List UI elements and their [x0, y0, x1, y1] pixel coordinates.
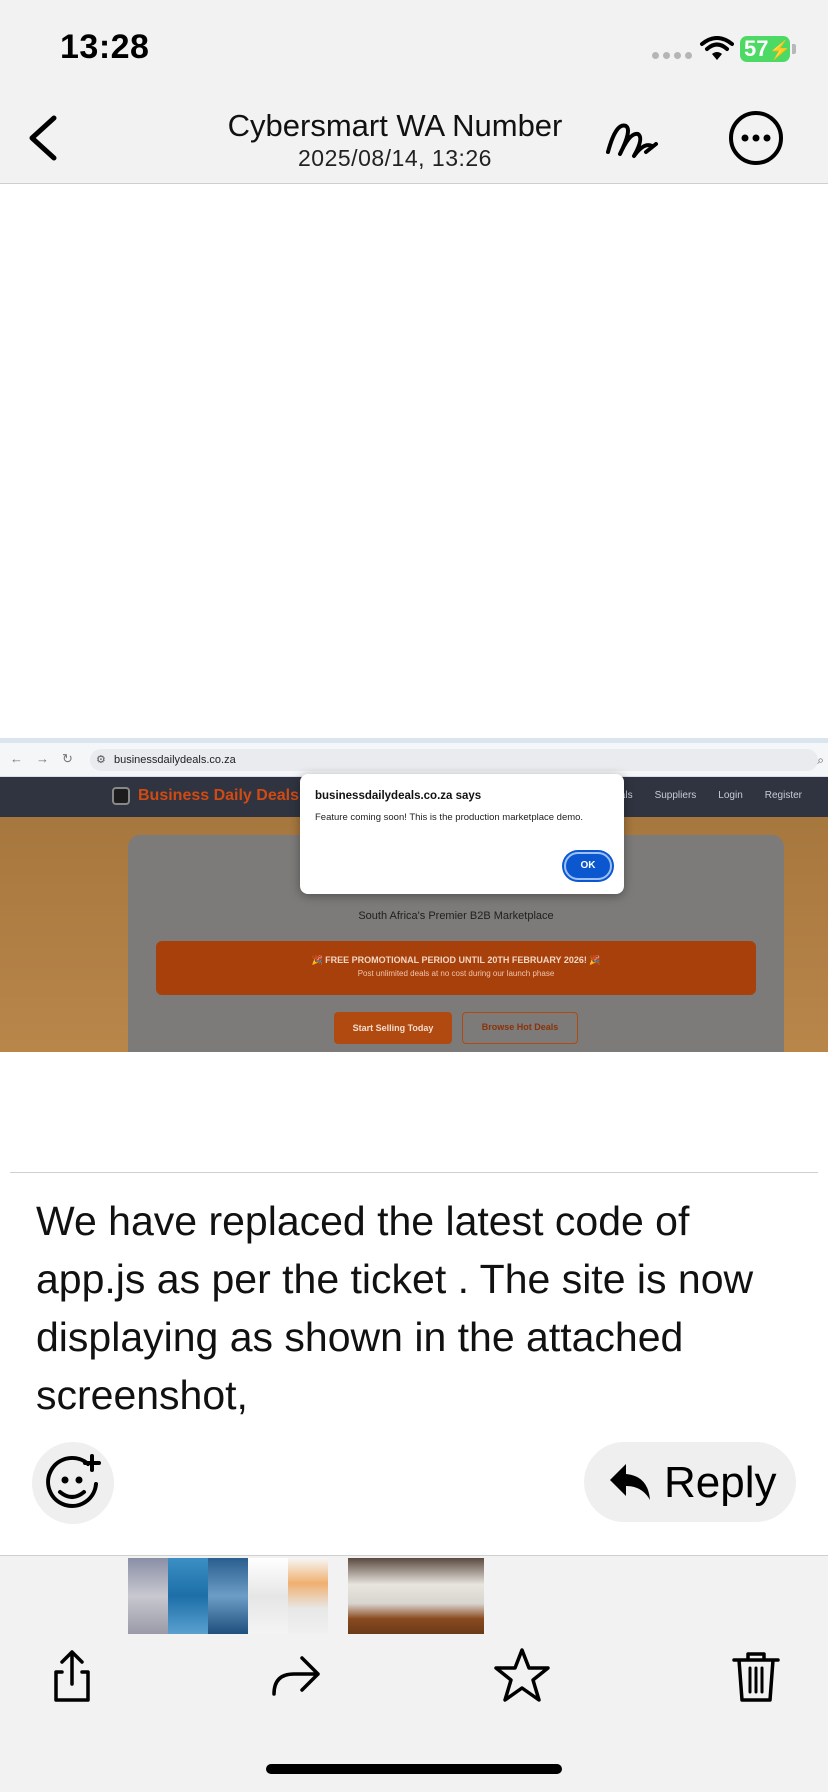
promo-subtitle: Post unlimited deals at no cost during o… [357, 969, 555, 978]
site-promo-banner: 🎉 FREE PROMOTIONAL PERIOD UNTIL 20TH FEB… [156, 941, 756, 995]
site-brand: Business Daily Deals [138, 787, 299, 804]
site-tagline: South Africa's Premier B2B Marketplace [358, 910, 554, 922]
site-nav-suppliers: Suppliers [654, 790, 697, 801]
dialog-title: businessdailydeals.co.za says [315, 790, 482, 802]
back-chevron-icon[interactable] [22, 110, 72, 166]
trash-icon[interactable] [726, 1646, 786, 1706]
status-time: 13:28 [60, 28, 150, 66]
site-nav-register: Register [764, 790, 802, 801]
browser-zoom-icon: ⌕ [817, 753, 824, 767]
content-divider [10, 1172, 818, 1173]
add-reaction-button[interactable] [32, 1442, 114, 1524]
browser-reload-icon: ↻ [62, 751, 73, 766]
battery-tip [792, 44, 796, 54]
thumbnail[interactable] [128, 1558, 168, 1634]
thumbnail[interactable] [208, 1558, 248, 1634]
cellular-signal-icon [652, 52, 692, 59]
site-nav-login: Login [718, 790, 743, 801]
attachment-screenshot[interactable]: ← → ↻ ⚙ businessdailydeals.co.za ⌕ Busin… [0, 738, 828, 1052]
scribble-icon[interactable] [602, 112, 660, 166]
message-body: We have replaced the latest code of app.… [36, 1198, 754, 1418]
site-settings-icon: ⚙ [96, 754, 106, 766]
browser-toolbar: ← → ↻ ⚙ businessdailydeals.co.za ⌕ [0, 743, 828, 777]
browse-deals-button: Browse Hot Deals [462, 1012, 578, 1044]
battery-icon: 57⚡ [740, 36, 791, 62]
promo-title: 🎉 FREE PROMOTIONAL PERIOD UNTIL 20TH FEB… [311, 955, 601, 965]
dialog-ok-button: OK [564, 852, 612, 880]
bottom-toolbar [0, 1555, 828, 1792]
thumbnail[interactable] [348, 1558, 484, 1634]
nav-titles: Cybersmart WA Number 2025/08/14, 13:26 [210, 108, 580, 172]
site-nav-links: Deals Suppliers Login Register [607, 790, 802, 801]
browser-forward-icon: → [36, 751, 49, 766]
reply-arrow-icon [610, 1464, 650, 1500]
browser-alert-dialog: businessdailydeals.co.za says Feature co… [300, 774, 624, 894]
status-bar: 13:28 57⚡ [0, 0, 828, 92]
dialog-message: Feature coming soon! This is the product… [315, 812, 584, 823]
nav-header: Cybersmart WA Number 2025/08/14, 13:26 [0, 92, 828, 184]
browser-url-bar: ⚙ businessdailydeals.co.za ⌕ [90, 749, 824, 771]
star-icon[interactable] [492, 1646, 552, 1706]
wifi-icon [700, 36, 734, 60]
page-subtitle-date: 2025/08/14, 13:26 [298, 145, 492, 171]
ellipsis-circle-icon[interactable] [728, 110, 784, 166]
browser-back-icon: ← [10, 751, 23, 766]
reply-label: Reply [664, 1458, 777, 1507]
home-indicator[interactable] [266, 1764, 562, 1774]
site-logo-icon [112, 787, 130, 805]
browser-url: businessdailydeals.co.za [114, 754, 236, 766]
forward-arrow-icon[interactable] [266, 1646, 326, 1706]
thumbnail[interactable] [288, 1558, 328, 1634]
emoji-add-icon [46, 1454, 101, 1508]
reply-button[interactable]: Reply [584, 1442, 796, 1522]
thumbnail[interactable] [168, 1558, 208, 1634]
share-icon[interactable] [42, 1646, 102, 1706]
thumbnail[interactable] [248, 1558, 288, 1634]
attachment-thumbnail-strip[interactable] [128, 1558, 484, 1634]
page-title: Cybersmart WA Number [227, 108, 563, 143]
thumbnail-gap [328, 1558, 348, 1634]
battery-level: 57 [744, 36, 769, 61]
start-selling-button: Start Selling Today [334, 1012, 452, 1044]
